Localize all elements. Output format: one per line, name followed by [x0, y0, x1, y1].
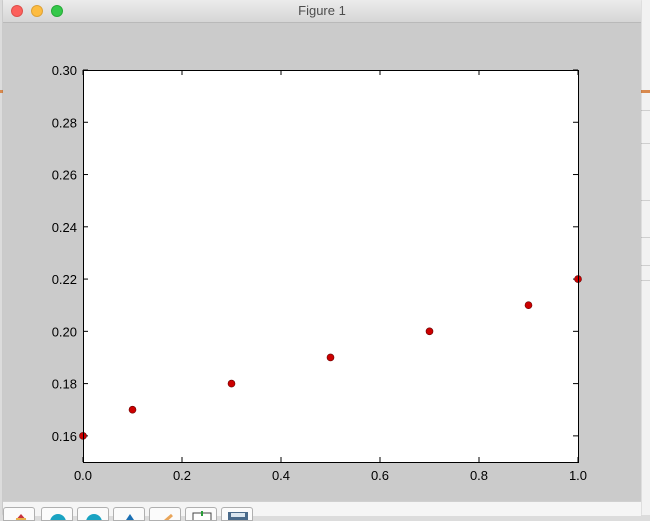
- y-tick-label: 0.20: [52, 324, 77, 339]
- x-tick-label: 0.0: [74, 468, 92, 483]
- zoom-button[interactable]: [149, 507, 181, 521]
- data-point: [227, 379, 236, 388]
- y-tick-label: 0.16: [52, 429, 77, 444]
- pan-button[interactable]: [113, 507, 145, 521]
- y-tick-label: 0.22: [52, 272, 77, 287]
- x-tick-label: 0.2: [173, 468, 191, 483]
- navigation-toolbar: [3, 501, 641, 521]
- data-point: [425, 327, 434, 336]
- background-window: [641, 0, 650, 515]
- home-button[interactable]: [3, 507, 35, 521]
- data-point: [326, 353, 335, 362]
- data-point: [524, 301, 533, 310]
- back-button[interactable]: [41, 507, 73, 521]
- y-tick-label: 0.30: [52, 63, 77, 78]
- y-tick-label: 0.26: [52, 168, 77, 183]
- forward-button[interactable]: [77, 507, 109, 521]
- y-tick-label: 0.28: [52, 115, 77, 130]
- figure-window: Figure 1 0.0 0.2 0.4 0.6 0.8 1.0 0.16 0.18 0.20 0…: [3, 0, 641, 521]
- figure-canvas[interactable]: 0.0 0.2 0.4 0.6 0.8 1.0 0.16 0.18 0.20 0.22 0.24 0.…: [3, 23, 641, 501]
- y-tick-label: 0.18: [52, 377, 77, 392]
- axes-background: [83, 70, 578, 462]
- x-tick-label: 0.4: [272, 468, 290, 483]
- y-tick-label: 0.24: [52, 220, 77, 235]
- x-tick-label: 0.8: [470, 468, 488, 483]
- scatter-plot[interactable]: 0.0 0.2 0.4 0.6 0.8 1.0 0.16 0.18 0.20 0.22 0.24 0.…: [3, 23, 641, 501]
- title-bar[interactable]: Figure 1: [3, 0, 641, 23]
- save-button[interactable]: [221, 507, 253, 521]
- subplots-button[interactable]: [185, 507, 217, 521]
- x-tick-label: 0.6: [371, 468, 389, 483]
- x-tick-label: 1.0: [569, 468, 587, 483]
- window-title: Figure 1: [298, 3, 346, 18]
- data-point: [128, 405, 137, 414]
